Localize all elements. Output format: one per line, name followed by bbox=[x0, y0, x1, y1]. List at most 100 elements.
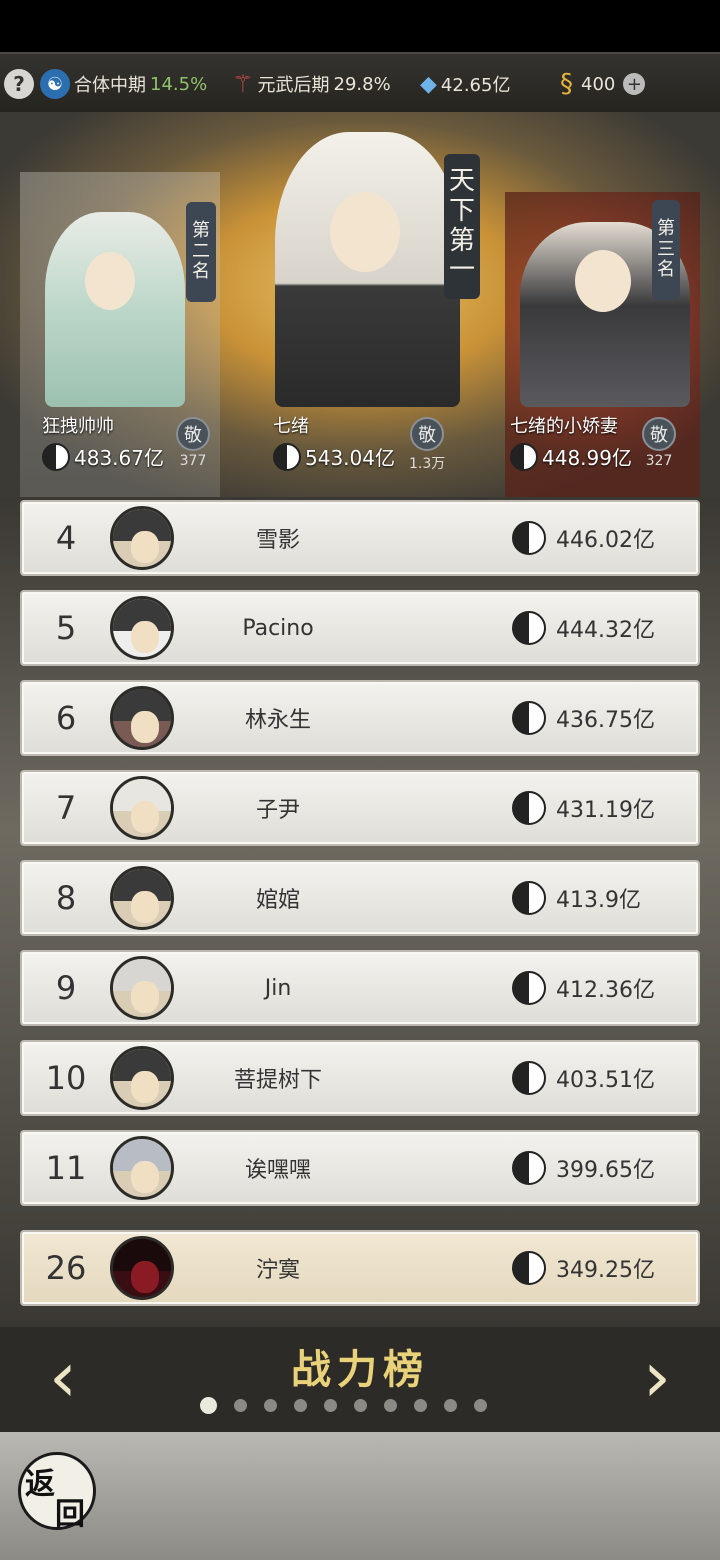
page-dot[interactable] bbox=[414, 1398, 427, 1412]
martial-icon: ⚚ bbox=[232, 70, 254, 98]
top-three-podium: 天 下 第 一 第 二 名 第 三 名 狂拽帅帅 483.67亿 敬 377 七… bbox=[0, 112, 720, 532]
previous-board-button[interactable]: ‹ bbox=[38, 1336, 88, 1418]
player-name: 菩提树下 bbox=[233, 1068, 322, 1093]
first-place-power: 543.04亿 bbox=[305, 446, 395, 470]
avatar[interactable] bbox=[110, 956, 174, 1020]
first-place-info: 七绪 543.04亿 bbox=[273, 412, 395, 471]
second-place-info: 狂拽帅帅 483.67亿 bbox=[42, 412, 164, 471]
third-place-banner: 第 三 名 bbox=[652, 200, 680, 300]
respect-button[interactable]: 敬 bbox=[642, 417, 676, 451]
combat-power: 446.02亿 bbox=[556, 528, 655, 553]
gem-amount: 42.65亿 bbox=[440, 75, 511, 96]
player-name: 林永生 bbox=[244, 708, 311, 733]
respect-count: 1.3万 bbox=[409, 456, 446, 472]
ranking-row[interactable]: 7 子尹 431.19亿 bbox=[20, 770, 700, 846]
ranking-row[interactable]: 10 菩提树下 403.51亿 bbox=[20, 1040, 700, 1116]
ranking-row[interactable]: 11 诶嘿嘿 399.65亿 bbox=[20, 1130, 700, 1206]
combat-power: 412.36亿 bbox=[556, 978, 655, 1003]
taiji-icon bbox=[512, 1061, 546, 1095]
player-name: Jin bbox=[264, 975, 292, 1001]
second-place-portrait[interactable] bbox=[45, 212, 185, 407]
page-dot[interactable] bbox=[474, 1398, 487, 1412]
ranking-row[interactable]: 4 雪影 446.02亿 bbox=[20, 500, 700, 576]
yin-yang-icon: ☯ bbox=[40, 69, 70, 99]
second-place-power: 483.67亿 bbox=[74, 446, 164, 470]
footer-area: 返 回 bbox=[0, 1432, 720, 1560]
ranking-row[interactable]: 8 婠婠 413.9亿 bbox=[20, 860, 700, 936]
ranking-row[interactable]: 5 Pacino 444.32亿 bbox=[20, 590, 700, 666]
board-title: 战力榜 bbox=[291, 1346, 429, 1393]
gem-icon: ◆ bbox=[420, 71, 437, 97]
combat-power: 399.65亿 bbox=[556, 1158, 655, 1183]
help-button[interactable]: ? bbox=[4, 54, 34, 114]
avatar[interactable] bbox=[110, 686, 174, 750]
taiji-icon bbox=[273, 442, 301, 471]
combat-power: 349.25亿 bbox=[556, 1258, 655, 1283]
coin-currency: § 400 + bbox=[560, 54, 646, 114]
rank-number: 7 bbox=[55, 789, 77, 827]
taiji-icon bbox=[512, 701, 546, 735]
first-place-respect[interactable]: 敬 1.3万 bbox=[409, 417, 445, 473]
page-dot[interactable] bbox=[384, 1398, 397, 1412]
page-dot[interactable] bbox=[324, 1398, 337, 1412]
ranking-row[interactable]: 9 Jin 412.36亿 bbox=[20, 950, 700, 1026]
combat-power: 413.9亿 bbox=[556, 888, 641, 913]
avatar[interactable] bbox=[110, 866, 174, 930]
taiji-icon bbox=[42, 442, 70, 471]
taiji-icon bbox=[512, 1251, 546, 1285]
page-dot[interactable] bbox=[294, 1398, 307, 1412]
page-dot[interactable] bbox=[200, 1396, 217, 1414]
rank-number: 9 bbox=[55, 969, 77, 1007]
combat-power: 436.75亿 bbox=[556, 708, 655, 733]
first-place-banner: 天 下 第 一 bbox=[444, 154, 480, 299]
rank-number: 10 bbox=[45, 1059, 87, 1097]
avatar[interactable] bbox=[110, 776, 174, 840]
avatar[interactable] bbox=[110, 506, 174, 570]
page-dot[interactable] bbox=[354, 1398, 367, 1412]
rank-number: 8 bbox=[55, 879, 77, 917]
first-place-name: 七绪 bbox=[273, 416, 309, 437]
respect-button[interactable]: 敬 bbox=[410, 417, 445, 451]
martial-level: ⚚ 元武后期 29.8% bbox=[232, 54, 391, 114]
question-icon[interactable]: ? bbox=[4, 69, 34, 99]
avatar[interactable] bbox=[110, 1236, 174, 1300]
avatar[interactable] bbox=[110, 596, 174, 660]
rank-number: 4 bbox=[55, 519, 77, 557]
next-board-button[interactable]: › bbox=[632, 1336, 682, 1418]
rank-number: 26 bbox=[45, 1249, 87, 1287]
avatar[interactable] bbox=[110, 1046, 174, 1110]
back-button[interactable]: 返 回 bbox=[18, 1452, 96, 1532]
avatar[interactable] bbox=[110, 1136, 174, 1200]
third-place-power: 448.99亿 bbox=[542, 446, 632, 470]
coin-icon: § bbox=[560, 69, 573, 99]
second-place-banner: 第 二 名 bbox=[186, 202, 216, 302]
third-place-respect[interactable]: 敬 327 bbox=[642, 417, 676, 469]
respect-button[interactable]: 敬 bbox=[176, 417, 210, 451]
respect-count: 377 bbox=[179, 453, 207, 469]
martial-label: 元武后期 bbox=[257, 75, 330, 96]
add-coin-button[interactable]: + bbox=[623, 73, 646, 95]
my-ranking-row[interactable]: 26 泞寞 349.25亿 bbox=[20, 1230, 700, 1306]
ranking-row[interactable]: 6 林永生 436.75亿 bbox=[20, 680, 700, 756]
taiji-icon bbox=[512, 971, 546, 1005]
page-dot[interactable] bbox=[444, 1398, 457, 1412]
taiji-icon bbox=[512, 521, 546, 555]
combat-power: 403.51亿 bbox=[556, 1068, 655, 1093]
page-dot[interactable] bbox=[264, 1398, 277, 1412]
first-place-portrait[interactable] bbox=[275, 132, 460, 407]
combat-power: 444.32亿 bbox=[556, 618, 655, 643]
player-name: 诶嘿嘿 bbox=[244, 1158, 311, 1183]
rank-number: 6 bbox=[55, 699, 77, 737]
player-name: 子尹 bbox=[255, 798, 300, 823]
ranking-list[interactable]: 4 雪影 446.02亿 5 Pacino 444.32亿 6 林永生 436.… bbox=[0, 497, 720, 1327]
cultivation-pct: 14.5% bbox=[150, 73, 208, 95]
taiji-icon bbox=[512, 791, 546, 825]
taiji-icon bbox=[512, 1151, 546, 1185]
second-place-respect[interactable]: 敬 377 bbox=[176, 417, 210, 469]
player-name: 雪影 bbox=[255, 528, 300, 553]
page-dot[interactable] bbox=[234, 1398, 247, 1412]
third-place-name: 七绪的小娇妻 bbox=[510, 416, 618, 437]
status-bar bbox=[0, 0, 720, 52]
player-name: Pacino bbox=[242, 615, 314, 641]
respect-count: 327 bbox=[645, 453, 673, 469]
